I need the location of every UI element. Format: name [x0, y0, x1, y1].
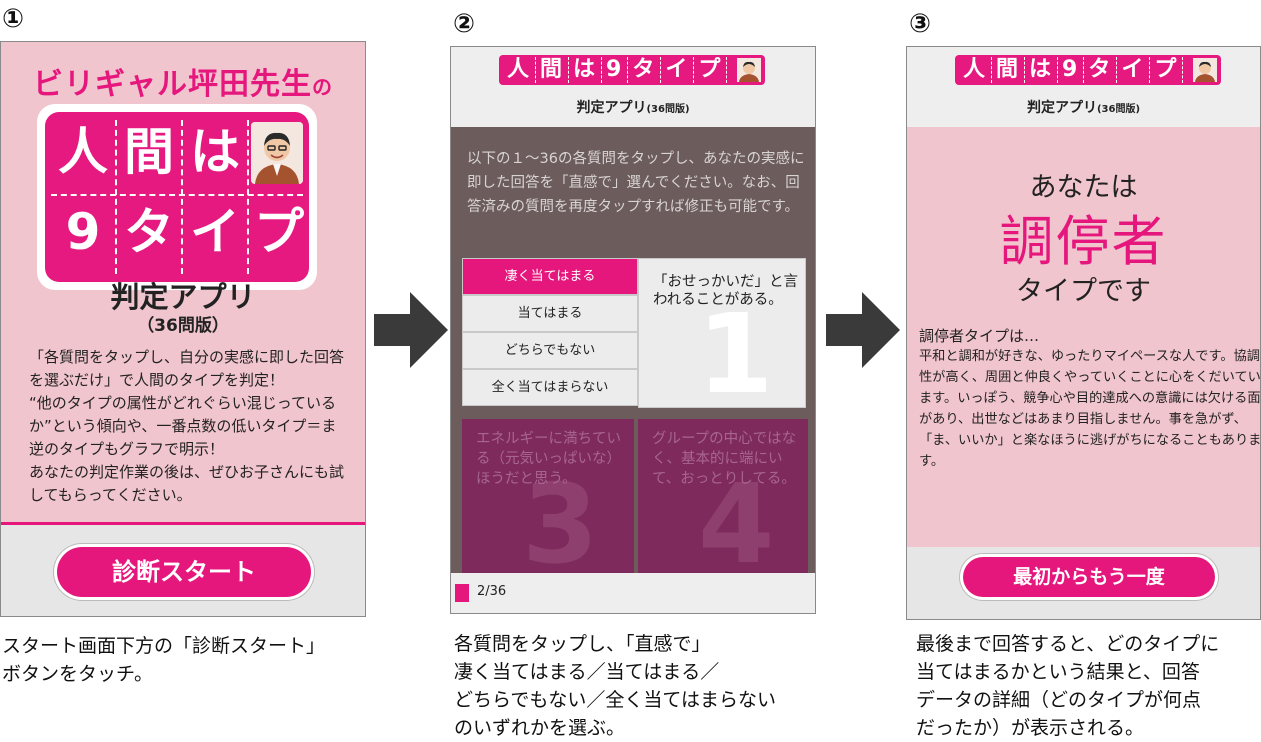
app-subheader: 判定アプリ(36問版): [1026, 100, 1141, 116]
step-caption-1: スタート画面下方の「診断スタート」 ボタンをタッチ。: [2, 635, 326, 685]
restart-button[interactable]: 最初からもう一度: [963, 557, 1215, 597]
logo-char: 間: [124, 123, 174, 181]
answer-agree[interactable]: 当てはまる: [462, 295, 638, 332]
logo-char: プ: [254, 203, 304, 261]
progress-count: 2/36: [477, 584, 507, 599]
app-title: 判定アプリ: [110, 280, 256, 314]
result-tail: タイプです: [1016, 276, 1151, 307]
result-description: 平和と調和が好きな、ゆったりマイペースな人です。協調性が高く、周囲と仲良くやって…: [919, 349, 1261, 469]
result-type-name: 調停者: [999, 210, 1168, 273]
teacher-portrait-icon: [737, 58, 762, 82]
step-caption-3: 最後まで回答すると、どのタイプに 当てはまるかという結果と、回答 データの詳細（…: [916, 633, 1220, 739]
app-header: 人間は9タイプ 判定アプリ(36問版): [907, 47, 1260, 127]
app-subtitle: （36問版）: [137, 316, 229, 336]
start-footer: 診断スタート: [1, 522, 365, 616]
question-card[interactable]: 1 「おせっかいだ」と言われることがある。: [638, 258, 806, 408]
step-caption-2: 各質問をタップし、「直感で」 凄く当てはまる／当てはまる／ どちらでもない／全く…: [454, 633, 777, 739]
question-card-next[interactable]: 4 グループの中心ではなく、基本的に端にいて、おっとりしてる。: [638, 419, 808, 577]
app-logo: 人 間 は 9 タ イ プ: [37, 104, 317, 290]
instructions-text: 以下の１～36の各質問をタップし、あなたの実感に即した回答を「直感で」選んでくだ…: [467, 151, 805, 215]
answer-neutral[interactable]: どちらでもない: [462, 332, 638, 369]
arrow-right-icon: [826, 292, 900, 368]
app-header: 人間は9タイプ 判定アプリ(36問版): [451, 47, 815, 127]
logo-char: イ: [190, 203, 240, 261]
arrow-right-icon: [374, 292, 448, 368]
question-text: エネルギーに満ちている（元気いっぱいな）ほうだと思う。: [476, 431, 621, 487]
logo-char: 9: [65, 203, 101, 261]
teacher-portrait-icon: [1193, 58, 1218, 82]
step-number-3: ③: [909, 9, 932, 39]
step-number-1: ①: [2, 4, 25, 34]
mini-app-logo: 人間は9タイプ: [499, 55, 766, 85]
progress-footer: 2/36: [451, 573, 815, 613]
logo-char: は: [190, 123, 240, 181]
logo-char: 人: [58, 123, 108, 181]
app-description: 「各質問をタップし、自分の実感に即した回答を選ぶだけ」で人間のタイプを判定！ “…: [29, 348, 345, 504]
step-number-2: ②: [453, 9, 476, 39]
teacher-portrait-icon: [251, 122, 303, 184]
question-text: グループの中心ではなく、基本的に端にいて、おっとりしてる。: [652, 431, 797, 487]
question-text: 「おせっかいだ」と言われることがある。: [653, 274, 798, 308]
result-screen: 人間は9タイプ 判定アプリ(36問版) あなたは 調停者 タイプです 調停者タイ…: [906, 46, 1261, 620]
app-top-title: ビリギャル坪田先生の: [33, 67, 333, 102]
result-heading: 調停者タイプは…: [919, 327, 1040, 345]
start-diagnosis-button[interactable]: 診断スタート: [57, 547, 311, 597]
question-number: 1: [697, 290, 774, 408]
question-card-next[interactable]: 3 エネルギーに満ちている（元気いっぱいな）ほうだと思う。: [462, 419, 634, 577]
progress-indicator: [455, 584, 469, 602]
app-subheader: 判定アプリ(36問版): [576, 100, 690, 116]
mini-app-logo: 人間は9タイプ: [955, 55, 1222, 85]
start-screen: ビリギャル坪田先生の 人 間 は 9 タ イ プ 判定アプリ （36問版） 「各…: [0, 41, 366, 617]
answer-strongly-disagree[interactable]: 全く当てはまらない: [462, 369, 638, 406]
answer-strongly-agree[interactable]: 凄く当てはまる: [462, 258, 638, 295]
result-footer: 最初からもう一度: [907, 547, 1260, 619]
answer-options: 凄く当てはまる 当てはまる どちらでもない 全く当てはまらない: [462, 258, 638, 406]
question-screen: 人間は9タイプ 判定アプリ(36問版) 以下の１～36の各質問をタップし、あなた…: [450, 46, 816, 614]
logo-char: タ: [124, 203, 174, 261]
